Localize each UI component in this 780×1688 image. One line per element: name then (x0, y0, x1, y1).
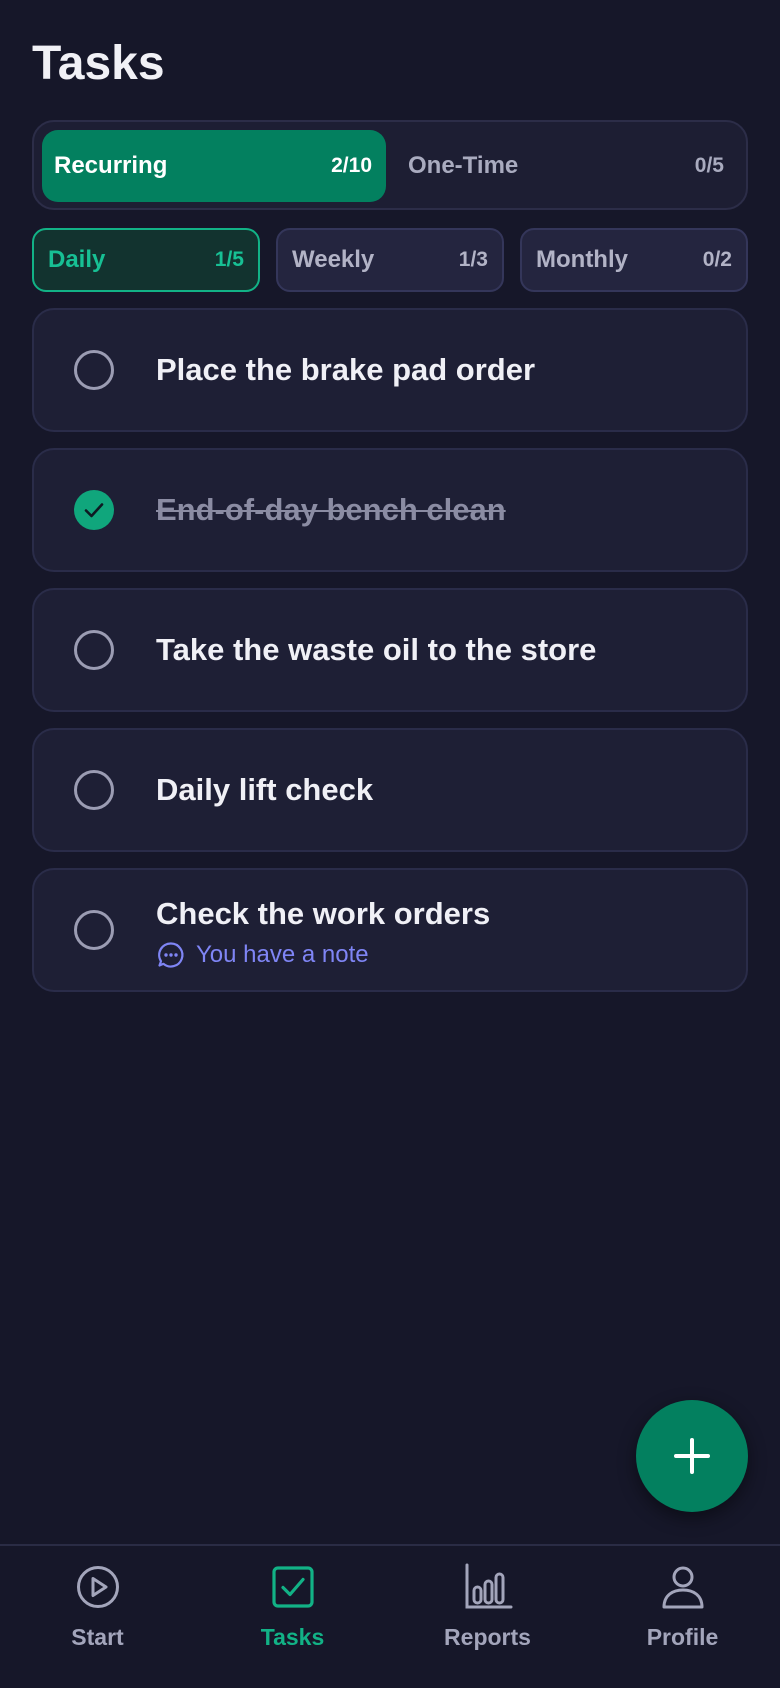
task-item[interactable]: Place the brake pad order (32, 308, 748, 432)
filter-count: 0/2 (702, 248, 732, 271)
user-icon (662, 1566, 703, 1609)
segment-label: Recurring (54, 152, 168, 179)
checkmark-icon (84, 503, 104, 518)
filter-daily[interactable]: Daily 1/5 (32, 228, 260, 292)
task-type-segmented-control: Recurring 2/10 One-Time 0/5 (32, 120, 748, 210)
task-title: End-of-day bench clean (156, 492, 506, 527)
task-title: Place the brake pad order (156, 352, 536, 387)
filter-label: Monthly (536, 246, 628, 273)
filter-count: 1/5 (214, 248, 244, 271)
task-title: Daily lift check (156, 772, 374, 807)
task-note-text: You have a note (196, 941, 369, 968)
bottom-navigation: Start Tasks Reports Profile (0, 1544, 780, 1688)
segment-count: 0/5 (694, 154, 724, 177)
nav-label: Start (71, 1624, 124, 1650)
bar-chart-icon (465, 1563, 512, 1609)
segment-count: 2/10 (331, 154, 372, 177)
task-checkbox-checked[interactable] (74, 490, 114, 530)
nav-label: Profile (646, 1624, 719, 1650)
task-item[interactable]: Daily lift check (32, 728, 748, 852)
filter-count: 1/3 (458, 248, 488, 271)
task-item[interactable]: Take the waste oil to the store (32, 588, 748, 712)
add-task-button[interactable] (636, 1400, 748, 1512)
nav-item-reports[interactable]: Reports (390, 1560, 585, 1670)
task-item[interactable]: End-of-day bench clean (32, 448, 748, 572)
nav-item-profile[interactable]: Profile (585, 1560, 780, 1670)
nav-item-tasks[interactable]: Tasks (195, 1560, 390, 1670)
chat-bubble-icon (158, 942, 184, 968)
play-icon (76, 1566, 119, 1608)
task-title: Check the work orders (156, 896, 491, 931)
nav-label: Tasks (260, 1624, 325, 1650)
nav-item-start[interactable]: Start (0, 1560, 195, 1670)
task-checkbox[interactable] (74, 910, 114, 950)
page-title: Tasks (32, 37, 165, 90)
segment-recurring[interactable]: Recurring 2/10 (42, 130, 386, 202)
task-note[interactable]: You have a note (156, 940, 369, 970)
plus-icon (674, 1438, 710, 1474)
task-title: Take the waste oil to the store (156, 632, 597, 667)
task-checkbox[interactable] (74, 350, 114, 390)
task-checkbox[interactable] (74, 770, 114, 810)
segment-one-time[interactable]: One-Time 0/5 (394, 130, 738, 202)
filter-weekly[interactable]: Weekly 1/3 (276, 228, 504, 292)
checkbox-icon (271, 1566, 314, 1608)
filter-label: Weekly (292, 246, 375, 273)
filter-monthly[interactable]: Monthly 0/2 (520, 228, 748, 292)
task-checkbox[interactable] (74, 630, 114, 670)
task-item[interactable]: Check the work orders You have a note (32, 868, 748, 992)
nav-label: Reports (444, 1624, 531, 1650)
filter-label: Daily (48, 246, 106, 273)
segment-label: One-Time (408, 152, 519, 179)
